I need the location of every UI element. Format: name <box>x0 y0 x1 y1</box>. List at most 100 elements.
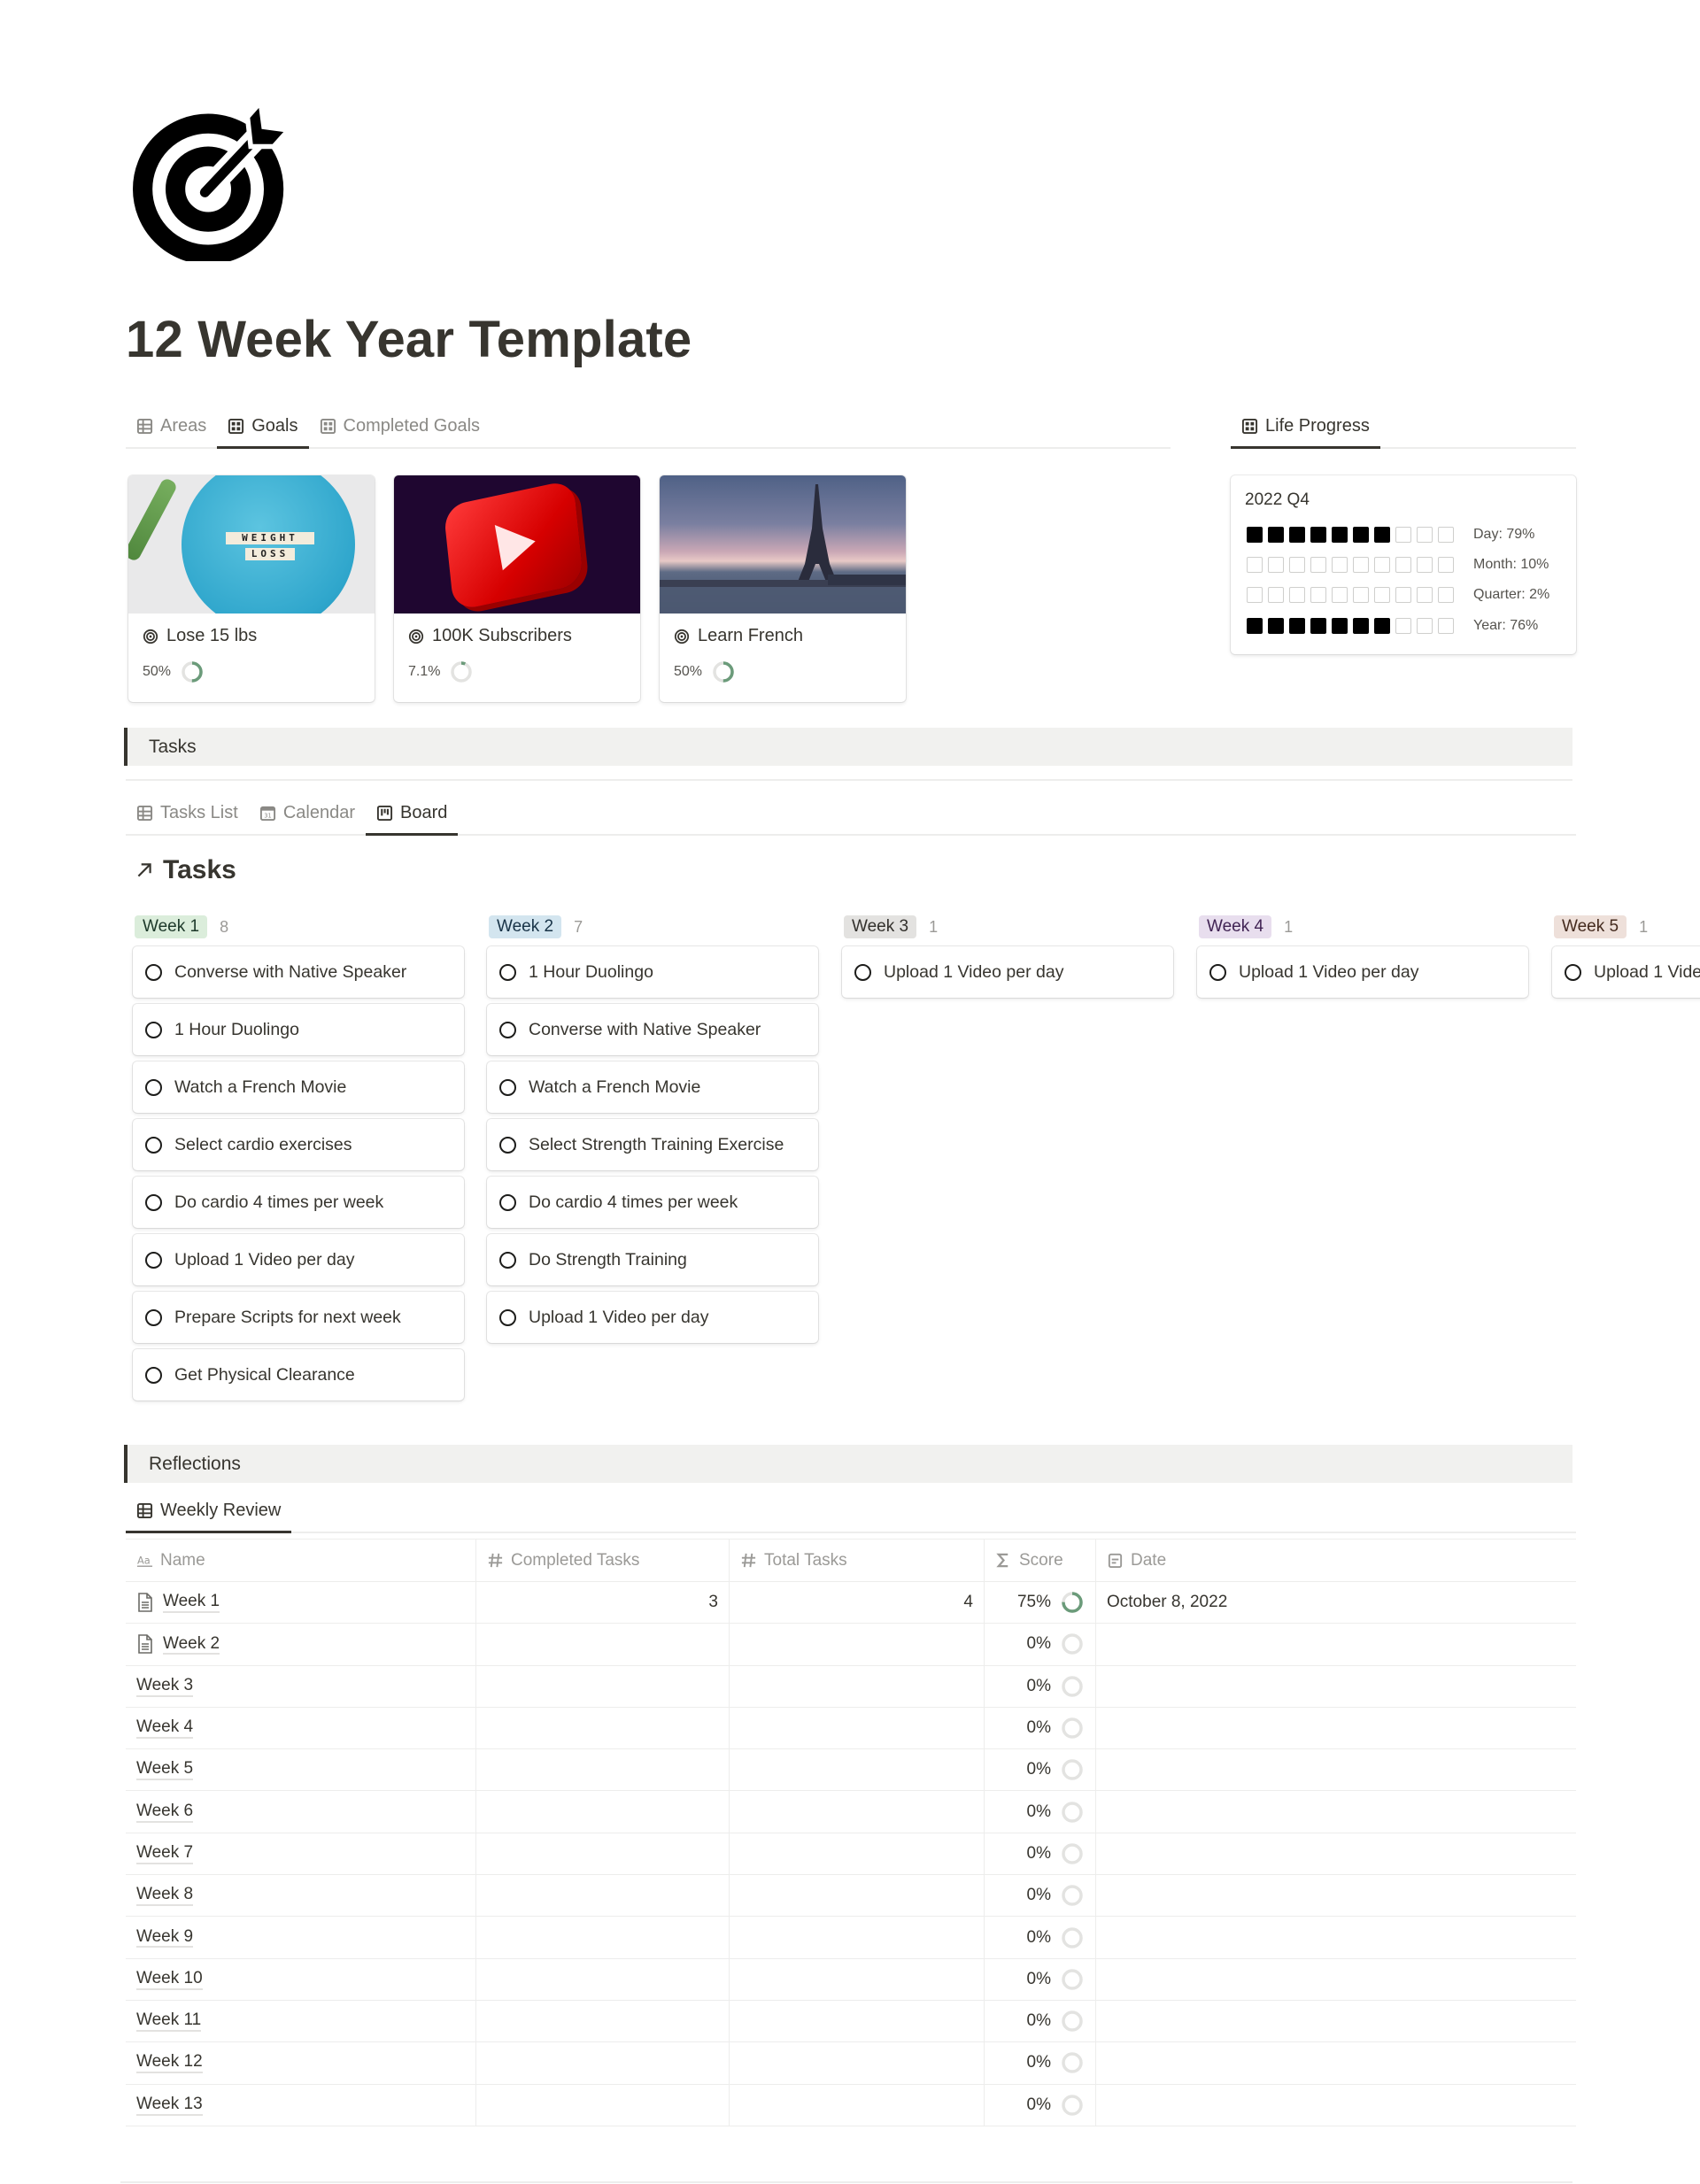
table-row[interactable]: Week 5 0% <box>126 1749 1576 1792</box>
cell-total-tasks[interactable] <box>730 2000 985 2042</box>
task-card[interactable]: 1 Hour Duolingo <box>133 1004 464 1055</box>
cell-date[interactable] <box>1096 2042 1576 2083</box>
tab-weekly-review[interactable]: Weekly Review <box>126 1501 292 1533</box>
target-dart-icon[interactable] <box>133 96 297 265</box>
cell-name[interactable]: Week 1 <box>126 1582 476 1624</box>
cell-completed-tasks[interactable] <box>476 1624 730 1665</box>
cell-score[interactable]: 0% <box>985 1917 1096 1958</box>
cell-total-tasks[interactable] <box>730 1958 985 2000</box>
cell-name[interactable]: Week 6 <box>126 1791 476 1833</box>
cell-total-tasks[interactable] <box>730 2084 985 2126</box>
cell-name[interactable]: Week 2 <box>126 1624 476 1665</box>
tab-life-progress[interactable]: Life Progress <box>1231 416 1380 449</box>
cell-completed-tasks[interactable] <box>476 2084 730 2126</box>
cell-score[interactable]: 75% <box>985 1582 1096 1624</box>
cell-completed-tasks[interactable] <box>476 1958 730 2000</box>
table-row[interactable]: Week 4 0% <box>126 1707 1576 1750</box>
task-status-circle-icon[interactable] <box>145 1308 162 1326</box>
task-status-circle-icon[interactable] <box>145 1136 162 1154</box>
cell-total-tasks[interactable] <box>730 1791 985 1833</box>
life-progress-card[interactable]: 2022 Q4 Day: 79% Month: 10% Quarter: 2% … <box>1231 475 1576 654</box>
task-status-circle-icon[interactable] <box>145 1193 162 1211</box>
cell-date[interactable] <box>1096 2085 1576 2126</box>
cell-score[interactable]: 0% <box>985 2042 1096 2084</box>
column-header-total-tasks[interactable]: Total Tasks <box>730 1540 985 1581</box>
cell-date[interactable]: October 8, 2022 <box>1096 1582 1576 1623</box>
table-row[interactable]: Week 10 0% <box>126 1958 1576 2001</box>
table-row[interactable]: Week 6 0% <box>126 1791 1576 1833</box>
cell-date[interactable] <box>1096 1708 1576 1748</box>
task-status-circle-icon[interactable] <box>499 963 516 981</box>
task-card[interactable]: 1 Hour Duolingo <box>487 946 818 998</box>
table-row[interactable]: Week 1 3 4 75% October 8, 2022 <box>126 1582 1576 1624</box>
column-group-tag[interactable]: Week 2 <box>489 915 562 938</box>
task-status-circle-icon[interactable] <box>499 1021 516 1038</box>
cell-total-tasks[interactable]: 4 <box>730 1582 985 1624</box>
task-card[interactable]: Get Physical Clearance <box>133 1349 464 1401</box>
task-status-circle-icon[interactable] <box>145 1366 162 1384</box>
task-card[interactable]: Upload 1 Video per day <box>1552 946 1700 998</box>
task-card[interactable]: Prepare Scripts for next week <box>133 1292 464 1343</box>
tab-goals[interactable]: Goals <box>217 416 309 449</box>
task-status-circle-icon[interactable] <box>854 963 871 981</box>
row-title-link[interactable]: Week 6 <box>136 1802 194 1823</box>
table-row[interactable]: Week 7 0% <box>126 1833 1576 1876</box>
cell-total-tasks[interactable] <box>730 1749 985 1791</box>
row-title-link[interactable]: Week 8 <box>136 1885 194 1907</box>
row-title-link[interactable]: Week 3 <box>136 1676 194 1697</box>
task-status-circle-icon[interactable] <box>145 1078 162 1096</box>
task-card[interactable]: Select Strength Training Exercise <box>487 1119 818 1170</box>
task-card[interactable]: Upload 1 Video per day <box>133 1234 464 1285</box>
cell-total-tasks[interactable] <box>730 1624 985 1665</box>
row-title-link[interactable]: Week 10 <box>136 1969 203 1990</box>
row-title-link[interactable]: Week 11 <box>136 2010 202 2033</box>
column-group-tag[interactable]: Week 4 <box>1199 915 1272 938</box>
cell-completed-tasks[interactable] <box>476 1833 730 1875</box>
cell-completed-tasks[interactable] <box>476 1665 730 1707</box>
cell-name[interactable]: Week 11 <box>126 2000 476 2042</box>
tab-calendar[interactable]: 31 Calendar <box>249 803 366 834</box>
cell-score[interactable]: 0% <box>985 1624 1096 1665</box>
cell-date[interactable] <box>1096 1749 1576 1790</box>
task-card[interactable]: Do Strength Training <box>487 1234 818 1285</box>
cell-date[interactable] <box>1096 1624 1576 1664</box>
cell-date[interactable] <box>1096 1875 1576 1916</box>
cell-total-tasks[interactable] <box>730 2042 985 2084</box>
goal-card[interactable]: Learn French 50% <box>660 475 906 702</box>
tab-completed-goals[interactable]: Completed Goals <box>309 416 491 447</box>
goal-card[interactable]: WEIGHT LOSS Lose 15 lbs 50% <box>128 475 375 702</box>
cell-completed-tasks[interactable] <box>476 2042 730 2084</box>
column-group-tag[interactable]: Week 3 <box>844 915 917 938</box>
cell-completed-tasks[interactable] <box>476 1707 730 1749</box>
task-status-circle-icon[interactable] <box>145 1021 162 1038</box>
column-group-tag[interactable]: Week 1 <box>135 915 208 938</box>
task-status-circle-icon[interactable] <box>145 1251 162 1269</box>
task-status-circle-icon[interactable] <box>499 1308 516 1326</box>
row-title-link[interactable]: Week 9 <box>136 1927 194 1949</box>
table-row[interactable]: Week 2 0% <box>126 1624 1576 1666</box>
task-card[interactable]: Watch a French Movie <box>133 1061 464 1113</box>
task-status-circle-icon[interactable] <box>499 1193 516 1211</box>
cell-completed-tasks[interactable] <box>476 1917 730 1958</box>
cell-date[interactable] <box>1096 1917 1576 1957</box>
cell-date[interactable] <box>1096 1666 1576 1707</box>
task-card[interactable]: Upload 1 Video per day <box>842 946 1173 998</box>
cell-name[interactable]: Week 3 <box>126 1665 476 1707</box>
cell-score[interactable]: 0% <box>985 1665 1096 1707</box>
tab-areas[interactable]: Areas <box>126 416 217 447</box>
cell-name[interactable]: Week 4 <box>126 1707 476 1749</box>
task-card[interactable]: Do cardio 4 times per week <box>487 1177 818 1228</box>
cell-completed-tasks[interactable] <box>476 1791 730 1833</box>
table-row[interactable]: Week 3 0% <box>126 1665 1576 1708</box>
table-row[interactable]: Week 13 0% <box>126 2084 1576 2126</box>
cell-score[interactable]: 0% <box>985 2084 1096 2126</box>
column-group-tag[interactable]: Week 5 <box>1554 915 1627 938</box>
cell-score[interactable]: 0% <box>985 1833 1096 1875</box>
task-card[interactable]: Converse with Native Speaker <box>487 1004 818 1055</box>
cell-completed-tasks[interactable] <box>476 1875 730 1917</box>
row-title-link[interactable]: Week 4 <box>136 1717 194 1739</box>
row-title-link[interactable]: Week 12 <box>136 2052 203 2074</box>
cell-date[interactable] <box>1096 2001 1576 2041</box>
cell-total-tasks[interactable] <box>730 1707 985 1749</box>
task-status-circle-icon[interactable] <box>499 1251 516 1269</box>
